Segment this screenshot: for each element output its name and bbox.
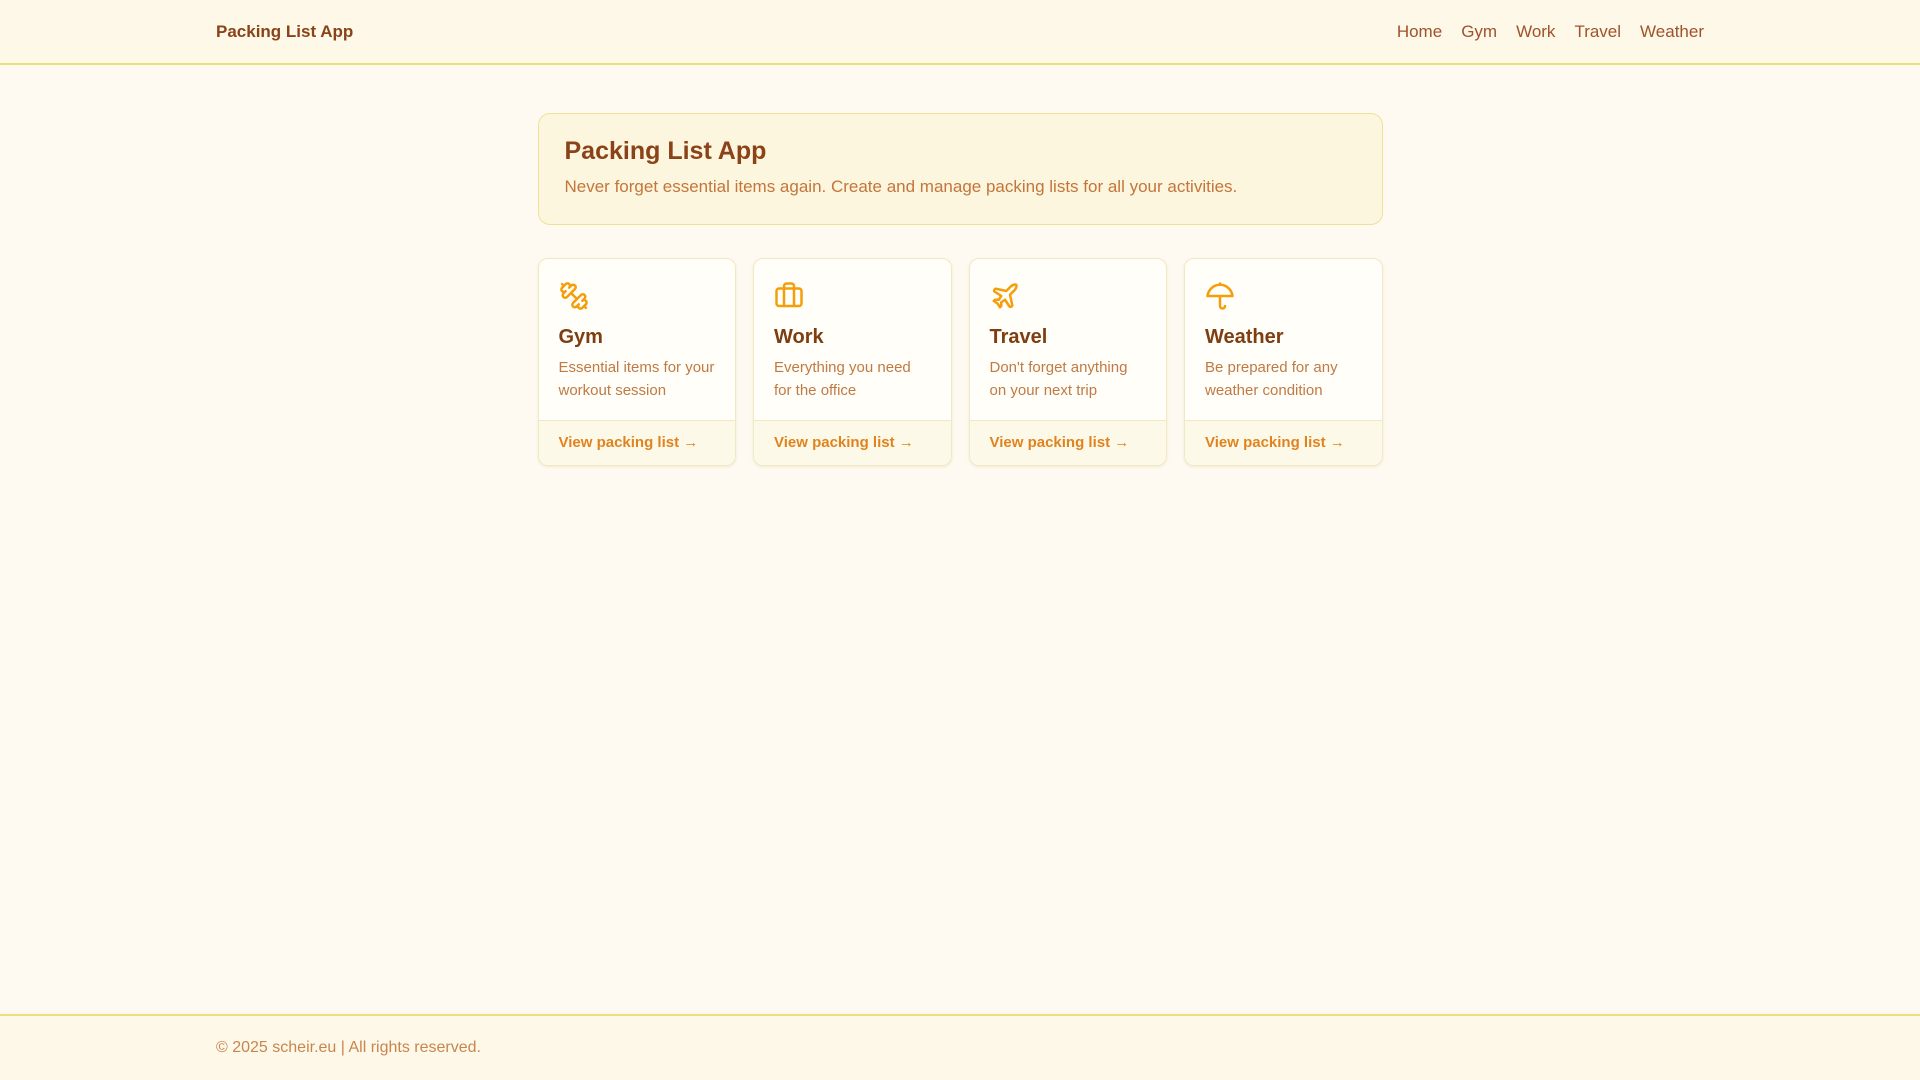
footer-inner: © 2025 scheir.eu | All rights reserved.	[192, 1016, 1728, 1080]
view-packing-list-link-work[interactable]: View packing list →	[774, 434, 914, 451]
card-travel: Travel Don't forget anything on your nex…	[969, 258, 1168, 466]
card-title-gym: Gym	[559, 326, 716, 349]
card-footer-weather: View packing list →	[1185, 420, 1382, 465]
hero-subtitle: Never forget essential items again. Crea…	[565, 177, 1356, 197]
view-packing-list-link-weather[interactable]: View packing list →	[1205, 434, 1345, 451]
nav-link-gym[interactable]: Gym	[1461, 22, 1497, 42]
card-title-work: Work	[774, 326, 931, 349]
copyright-text: © 2025 scheir.eu | All rights reserved.	[216, 1039, 481, 1056]
card-title-travel: Travel	[990, 326, 1147, 349]
card-footer-gym: View packing list →	[539, 420, 736, 465]
dumbbell-icon	[559, 281, 716, 311]
hero-card: Packing List App Never forget essential …	[538, 113, 1383, 225]
main-content: Packing List App Never forget essential …	[538, 65, 1383, 1014]
nav-link-work[interactable]: Work	[1516, 22, 1555, 42]
card-travel-body: Travel Don't forget anything on your nex…	[970, 259, 1167, 420]
umbrella-icon	[1205, 281, 1362, 311]
page-title: Packing List App	[565, 137, 1356, 166]
card-description-travel: Don't forget anything on your next trip	[990, 357, 1147, 402]
card-gym-body: Gym Essential items for your workout ses…	[539, 259, 736, 420]
card-weather: Weather Be prepared for any weather cond…	[1184, 258, 1383, 466]
plane-icon	[990, 281, 1147, 311]
card-description-work: Everything you need for the office	[774, 357, 931, 402]
card-work-body: Work Everything you need for the office	[754, 259, 951, 420]
nav-link-home[interactable]: Home	[1397, 22, 1442, 42]
view-packing-list-link-travel[interactable]: View packing list →	[990, 434, 1130, 451]
card-description-weather: Be prepared for any weather condition	[1205, 357, 1362, 402]
brand-title: Packing List App	[216, 22, 353, 42]
app-header: Packing List App Home Gym Work Travel We…	[0, 0, 1920, 65]
card-gym: Gym Essential items for your workout ses…	[538, 258, 737, 466]
view-packing-list-link-gym[interactable]: View packing list →	[559, 434, 699, 451]
main-nav: Home Gym Work Travel Weather	[1397, 22, 1704, 42]
card-title-weather: Weather	[1205, 326, 1362, 349]
card-footer-work: View packing list →	[754, 420, 951, 465]
card-work: Work Everything you need for the office …	[753, 258, 952, 466]
category-cards: Gym Essential items for your workout ses…	[538, 258, 1383, 466]
briefcase-icon	[774, 281, 931, 311]
card-description-gym: Essential items for your workout session	[559, 357, 716, 402]
nav-link-travel[interactable]: Travel	[1574, 22, 1621, 42]
nav-link-weather[interactable]: Weather	[1640, 22, 1704, 42]
card-weather-body: Weather Be prepared for any weather cond…	[1185, 259, 1382, 420]
card-footer-travel: View packing list →	[970, 420, 1167, 465]
app-footer: © 2025 scheir.eu | All rights reserved.	[0, 1014, 1920, 1080]
header-inner: Packing List App Home Gym Work Travel We…	[192, 0, 1728, 63]
